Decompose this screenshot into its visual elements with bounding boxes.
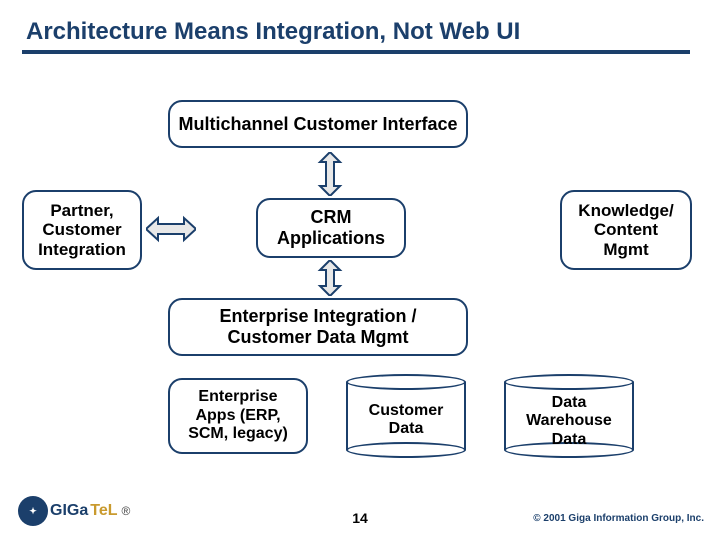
node-partner: Partner, Customer Integration bbox=[22, 190, 142, 270]
copyright: © 2001 Giga Information Group, Inc. bbox=[533, 513, 704, 524]
cylinder-dw-data: Data Warehouse Data bbox=[504, 374, 634, 458]
page-number: 14 bbox=[352, 510, 368, 526]
cylinder-label: Data Warehouse Data bbox=[504, 394, 634, 449]
arrow-vertical-icon bbox=[312, 260, 348, 296]
arrow-vertical-icon bbox=[312, 152, 348, 196]
page-title: Architecture Means Integration, Not Web … bbox=[26, 18, 520, 46]
node-crm: CRM Applications bbox=[256, 198, 406, 258]
slide: GIGaTeL Architecture Means Integration, … bbox=[0, 0, 720, 540]
globe-icon: ✦ bbox=[18, 496, 48, 526]
node-knowledge: Knowledge/ Content Mgmt bbox=[560, 190, 692, 270]
registered-icon: ® bbox=[122, 504, 131, 518]
title-underline bbox=[22, 50, 690, 54]
arrow-horizontal-icon bbox=[146, 214, 196, 244]
node-enterprise-apps: Enterprise Apps (ERP, SCM, legacy) bbox=[168, 378, 308, 454]
cylinder-label: Customer Data bbox=[346, 402, 466, 439]
node-enterprise-integration: Enterprise Integration / Customer Data M… bbox=[168, 298, 468, 356]
node-multichannel: Multichannel Customer Interface bbox=[168, 100, 468, 148]
brand-logo: ✦ GIGaTeL ® bbox=[18, 496, 130, 526]
cylinder-customer-data: Customer Data bbox=[346, 374, 466, 458]
arrow-horizontal-icon bbox=[468, 214, 518, 244]
brand-text-a: GIGa bbox=[50, 502, 88, 520]
brand-text-b: TeL bbox=[90, 502, 117, 520]
